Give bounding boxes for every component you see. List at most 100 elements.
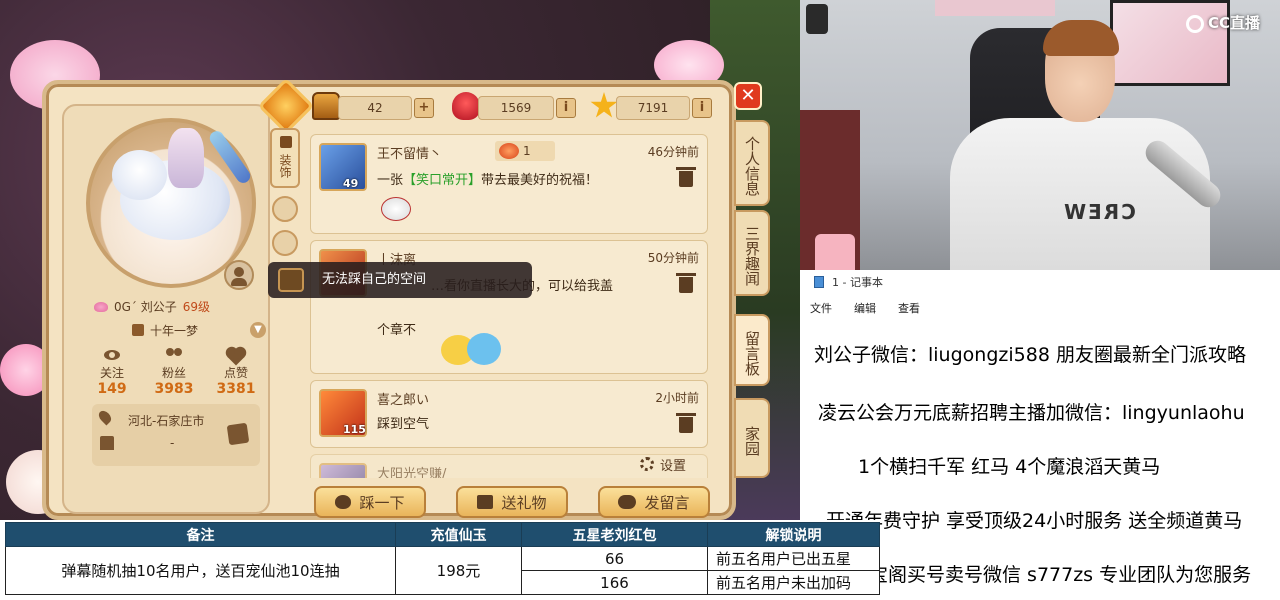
rose-icon xyxy=(452,92,480,120)
stats-row: 关注 149 粉丝 3983 点赞 3381 xyxy=(84,346,264,397)
post-message-button[interactable]: 发留言 xyxy=(598,486,710,518)
tab-dress-label: 装饰 xyxy=(278,154,292,178)
bottle xyxy=(815,234,855,270)
trash-icon[interactable] xyxy=(676,273,696,293)
send-gift-label: 送礼物 xyxy=(501,493,547,512)
streamer-body xyxy=(950,118,1210,270)
edit-icon[interactable] xyxy=(226,422,250,446)
add-gold-button[interactable]: + xyxy=(414,98,434,118)
amount-cell: 198元 xyxy=(395,546,522,595)
pet-rider xyxy=(168,128,204,188)
flower-value: 1569 xyxy=(500,101,532,115)
desc-cell: 前五名用户已出五星 xyxy=(707,546,880,571)
message-author[interactable]: 喜之郎い xyxy=(377,389,429,408)
avatar[interactable] xyxy=(319,463,367,478)
list-item: 115 喜之郎い 2小时前 踩到空气 xyxy=(310,380,708,448)
settings-label: 设置 xyxy=(660,458,687,474)
message-author[interactable]: 大阳光空赚/ xyxy=(377,463,446,478)
message-text: 踩到空气 xyxy=(377,417,430,432)
stat-value: 149 xyxy=(97,381,127,397)
lotus-icon xyxy=(94,301,108,312)
reward-table: 备注 充值仙玉 五星老刘红包 解锁说明 弹幕随机抽10名用户，送百宠仙池10连抽… xyxy=(0,520,880,600)
platform-logo: CC直播 xyxy=(1186,12,1260,33)
player-title: 十年一梦 xyxy=(150,323,199,338)
person-icon[interactable] xyxy=(224,260,254,290)
info-icon[interactable]: i xyxy=(692,98,712,118)
notepad-line: 凌云公会万元底薪招聘主播加微信：lingyunlaohu xyxy=(818,402,1245,424)
menu-view[interactable]: 查看 xyxy=(898,300,920,316)
message-text: 个章不 xyxy=(377,323,417,338)
gift-tag: 1 xyxy=(495,141,555,161)
settings-button[interactable]: 设置 xyxy=(640,452,686,476)
trash-icon[interactable] xyxy=(676,413,696,433)
location-text: 河北-石家庄市 xyxy=(128,414,205,428)
redpack-cell: 66 xyxy=(521,546,708,571)
message-author[interactable]: 王不留情丶 xyxy=(377,143,442,162)
pet-head xyxy=(112,150,167,200)
stat-fans[interactable]: 粉丝 3983 xyxy=(146,346,202,397)
logo-ring-icon xyxy=(1186,14,1204,33)
message-time: 46分钟前 xyxy=(647,145,699,159)
cam-poster xyxy=(935,0,1055,16)
gift-count: 1 xyxy=(523,144,531,158)
message-board: 49 王不留情丶 1 46分钟前 一张【笑口常开】带去最美好的祝福！ 丨沫离 5… xyxy=(310,128,710,478)
list-item: 49 王不留情丶 1 46分钟前 一张【笑口常开】带去最美好的祝福！ xyxy=(310,134,708,234)
header-desc: 解锁说明 xyxy=(707,522,880,547)
reward-table-grid: 备注 充值仙玉 五星老刘红包 解锁说明 弹幕随机抽10名用户，送百宠仙池10连抽… xyxy=(5,522,880,595)
tshirt-icon xyxy=(280,136,292,148)
sticker-icon xyxy=(441,331,501,367)
menu-edit[interactable]: 编辑 xyxy=(854,300,876,316)
cake-icon xyxy=(100,436,114,450)
stat-label: 粉丝 xyxy=(161,366,186,380)
note-cell: 弹幕随机抽10名用户，送百宠仙池10连抽 xyxy=(5,546,396,595)
stat-value: 3381 xyxy=(216,381,256,397)
close-button[interactable]: ✕ xyxy=(734,82,762,110)
post-message-label: 发留言 xyxy=(644,493,690,512)
notepad-line: 刘公子微信：liugongzi588 朋友圈最新全门派攻略 xyxy=(814,344,1246,366)
lock-icon xyxy=(278,268,304,292)
gift-icon[interactable] xyxy=(272,230,298,256)
stat-follow[interactable]: 关注 149 xyxy=(84,346,140,397)
chevron-down-icon[interactable]: ▼ xyxy=(250,322,266,338)
box-icon[interactable] xyxy=(272,196,298,222)
tooltip: 无法踩自己的空间 xyxy=(268,262,532,298)
people-icon xyxy=(165,348,183,362)
player-title-row: 十年一梦 xyxy=(132,320,258,340)
player-name: 0G´ 刘公子 xyxy=(114,300,177,314)
avatar-level: 115 xyxy=(343,423,366,436)
table-row: 弹幕随机抽10名用户，送百宠仙池10连抽 198元 66 前五名用户已出五星 xyxy=(5,546,880,595)
notepad-icon xyxy=(814,276,824,288)
tab-dress[interactable]: 装饰 xyxy=(270,128,300,188)
message-text-suffix: 带去最美好的祝福！ xyxy=(481,173,599,188)
message-text: 一张【笑口常开】带去最美好的祝福！ xyxy=(377,169,598,188)
step-button[interactable]: 踩一下 xyxy=(314,486,426,518)
menu-file[interactable]: 文件 xyxy=(810,300,832,316)
notepad-title: 1 - 记事本 xyxy=(832,276,883,289)
title-icon xyxy=(132,324,144,336)
tab-three-realms[interactable]: 三界趣闻 xyxy=(734,210,770,296)
header-redpack: 五星老刘红包 xyxy=(521,522,708,547)
tab-personal-info[interactable]: 个人信息 xyxy=(734,120,770,206)
chest-icon xyxy=(312,92,340,120)
stat-label: 关注 xyxy=(99,366,124,380)
heart-icon xyxy=(227,348,245,366)
eye-icon xyxy=(104,350,120,360)
send-gift-button[interactable]: 送礼物 xyxy=(456,486,568,518)
trash-icon[interactable] xyxy=(676,167,696,187)
gift-box-icon xyxy=(477,495,494,509)
star-counter: 7191 xyxy=(616,96,690,120)
header-note: 备注 xyxy=(5,522,396,547)
gift-icon xyxy=(499,143,519,159)
player-name-row: 0G´ 刘公子 69级 xyxy=(94,298,254,315)
gold-value: 42 xyxy=(367,101,383,115)
tab-message-board[interactable]: 留言板 xyxy=(734,314,770,386)
info-icon[interactable]: i xyxy=(556,98,576,118)
tab-home[interactable]: 家园 xyxy=(734,398,770,478)
streamer-badge-icon xyxy=(806,4,828,34)
gold-counter: 42 xyxy=(338,96,412,120)
stat-likes[interactable]: 点赞 3381 xyxy=(208,346,264,397)
notepad-line: 藏宝阁买号卖号微信 s777zs 专业团队为您服务 xyxy=(850,564,1252,586)
sticker-icon xyxy=(381,197,411,221)
stat-label: 点赞 xyxy=(223,366,248,380)
table-header: 备注 充值仙玉 五星老刘红包 解锁说明 xyxy=(5,522,880,547)
